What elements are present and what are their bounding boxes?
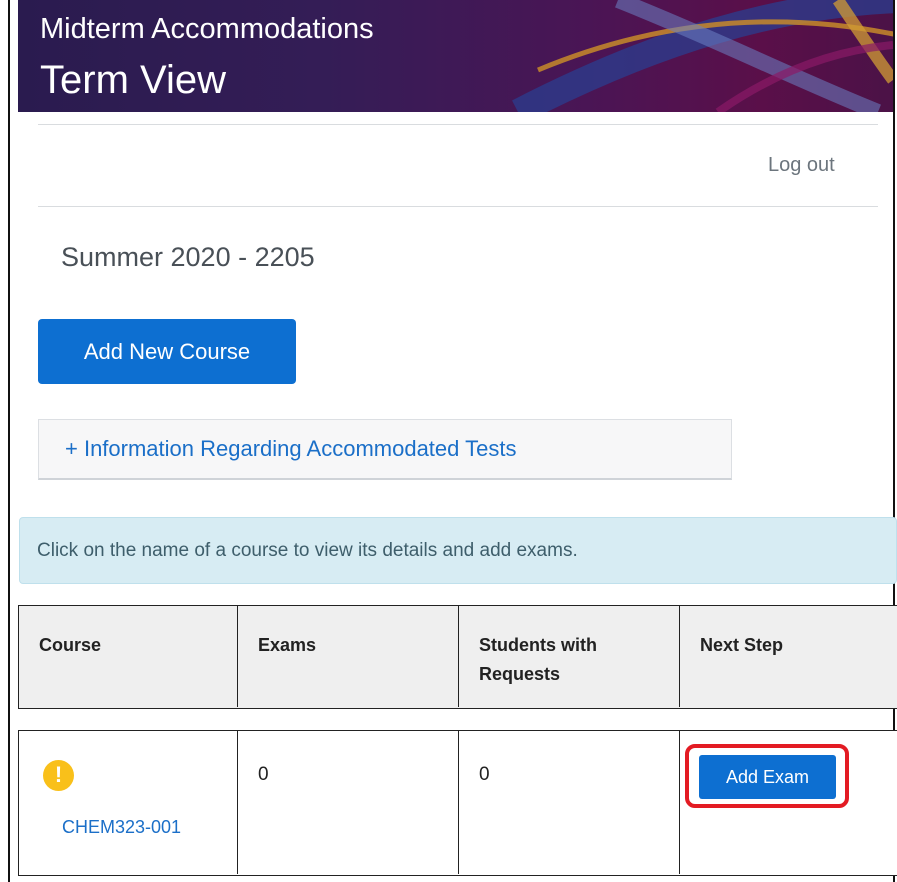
course-cell: ! CHEM323-001 [19,731,238,874]
column-header-label: Exams [258,635,317,655]
exams-cell: 0 [238,731,459,874]
column-header-label: Next Step [700,635,784,655]
column-header-next-step: Next Step [680,606,897,707]
logout-link[interactable]: Log out [768,154,835,177]
nav-divider [38,206,878,207]
column-header-course: Course [19,606,238,707]
info-alert-text: Click on the name of a course to view it… [37,540,578,561]
left-border-line [8,0,10,882]
students-count: 0 [479,764,490,785]
students-cell: 0 [459,731,680,874]
info-collapse-toggle[interactable]: + Information Regarding Accommodated Tes… [38,419,732,480]
add-exam-button[interactable]: Add Exam [699,755,836,799]
info-collapse-label: + Information Regarding Accommodated Tes… [65,436,517,461]
page-frame: Midterm Accommodations Term View Log out… [0,0,897,882]
table-header: Course Exams Students with Requests Next… [18,605,897,709]
column-header-label: Students with Requests [479,635,597,684]
column-header-label: Course [39,635,102,655]
column-header-students: Students with Requests [459,606,680,707]
term-heading: Summer 2020 - 2205 [61,242,315,272]
course-link[interactable]: CHEM323-001 [62,817,181,838]
column-header-exams: Exams [238,606,459,707]
top-divider [38,124,878,125]
header-subtitle: Midterm Accommodations [40,13,374,45]
add-new-course-button[interactable]: Add New Course [38,319,296,384]
page-title: Term View [40,58,226,102]
info-alert: Click on the name of a course to view it… [19,517,897,584]
header-banner: Midterm Accommodations Term View [18,0,893,112]
exclamation-warning-icon: ! [43,760,74,791]
exams-count: 0 [258,764,269,785]
